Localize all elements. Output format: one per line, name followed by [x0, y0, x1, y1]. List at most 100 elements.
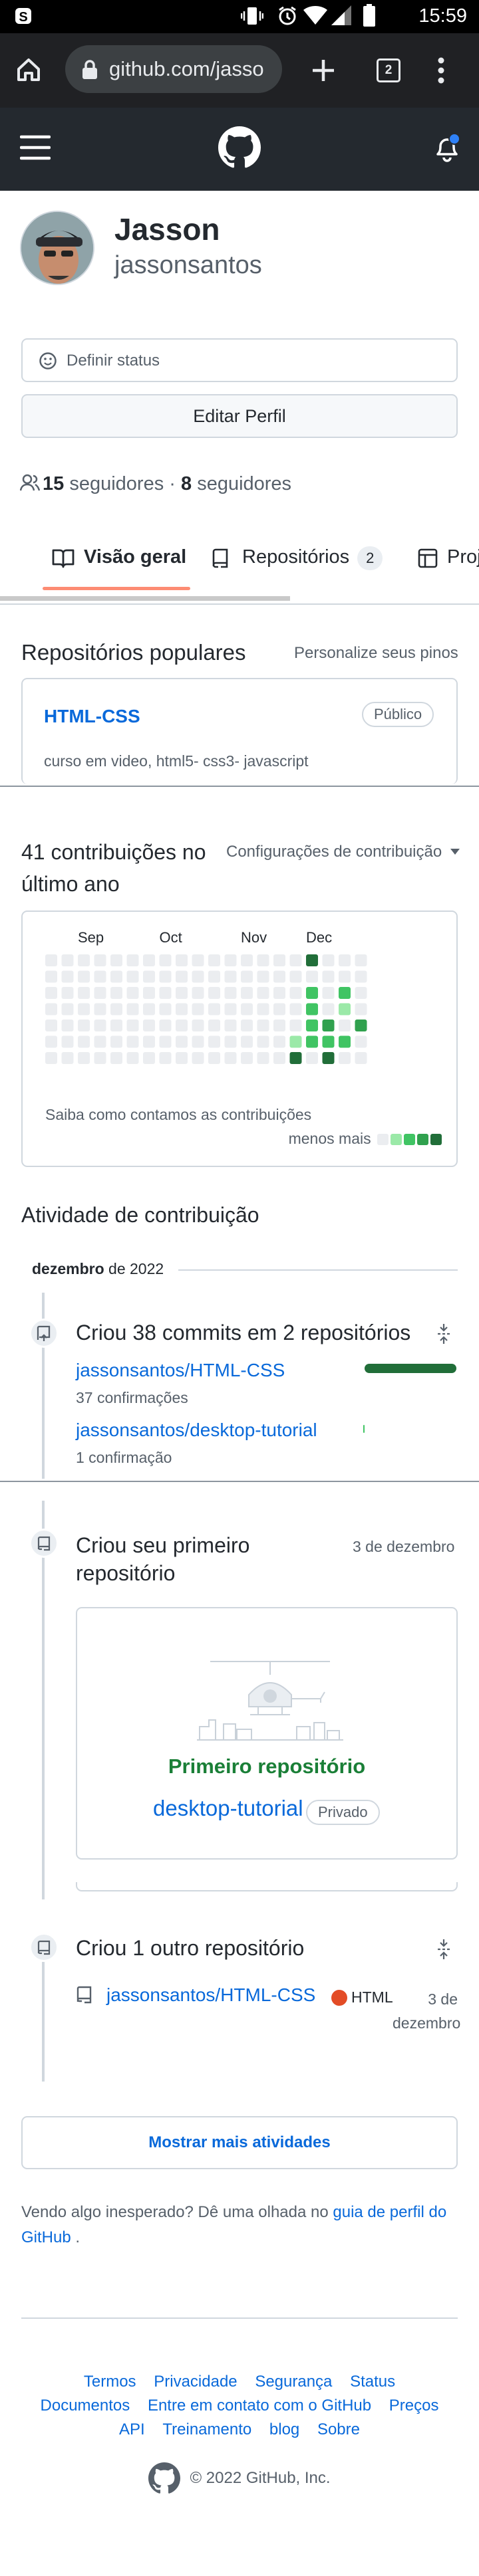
contribution-day-cell[interactable] — [208, 970, 220, 983]
contribution-day-cell[interactable] — [192, 970, 204, 983]
contribution-day-cell[interactable] — [289, 1020, 302, 1031]
contribution-day-cell[interactable] — [273, 1020, 285, 1031]
contribution-day-cell[interactable] — [159, 1020, 172, 1031]
contribution-day-cell[interactable] — [257, 1003, 269, 1016]
contribution-day-cell[interactable] — [61, 1003, 74, 1016]
contribution-day-cell[interactable] — [339, 954, 351, 966]
contribution-day-cell[interactable] — [306, 970, 318, 983]
contribution-day-cell[interactable] — [224, 1035, 237, 1048]
contribution-day-cell[interactable] — [61, 970, 74, 983]
contribution-day-cell[interactable] — [241, 1035, 253, 1048]
commit-repo-link[interactable]: jassonsantos/desktop-tutorial — [76, 1420, 317, 1441]
contribution-day-cell[interactable] — [94, 1020, 106, 1031]
footer-link[interactable]: Termos — [84, 2373, 136, 2391]
contribution-day-cell[interactable] — [257, 1052, 269, 1064]
contribution-day-cell[interactable] — [273, 954, 285, 966]
customize-pins-link[interactable]: Personalize seus pinos — [294, 644, 458, 663]
contribution-day-cell[interactable] — [339, 1035, 351, 1048]
contribution-day-cell[interactable] — [224, 1003, 237, 1016]
contribution-day-cell[interactable] — [339, 1052, 351, 1064]
contribution-day-cell[interactable] — [94, 970, 106, 983]
contribution-day-cell[interactable] — [289, 954, 302, 966]
contribution-day-cell[interactable] — [224, 1052, 237, 1064]
contribution-day-cell[interactable] — [126, 987, 139, 999]
contribution-day-cell[interactable] — [143, 1020, 155, 1031]
first-repo-link[interactable]: desktop-tutorial — [153, 1796, 303, 1821]
hamburger-menu-icon[interactable] — [20, 134, 51, 161]
contribution-day-cell[interactable] — [61, 1052, 74, 1064]
contribution-day-cell[interactable] — [126, 954, 139, 966]
tab-switcher-button[interactable]: 2 — [377, 58, 400, 82]
contribution-day-cell[interactable] — [143, 987, 155, 999]
contribution-day-cell[interactable] — [339, 1003, 351, 1016]
pinned-repo-name[interactable]: HTML-CSS — [44, 706, 140, 727]
contribution-day-cell[interactable] — [126, 970, 139, 983]
show-more-activity-button[interactable]: Mostrar mais atividades — [21, 2116, 458, 2169]
footer-link[interactable]: Preços — [389, 2397, 439, 2415]
contribution-day-cell[interactable] — [241, 970, 253, 983]
contribution-day-cell[interactable] — [257, 1020, 269, 1031]
commit-count[interactable]: 1 confirmação — [76, 1449, 172, 1467]
contribution-day-cell[interactable] — [176, 1052, 188, 1064]
contribution-day-cell[interactable] — [110, 970, 122, 983]
contribution-day-cell[interactable] — [159, 970, 172, 983]
set-status-button[interactable]: Definir status — [21, 338, 458, 382]
contribution-day-cell[interactable] — [224, 954, 237, 966]
contribution-day-cell[interactable] — [110, 954, 122, 966]
avatar[interactable] — [20, 211, 94, 285]
contribution-day-cell[interactable] — [289, 1035, 302, 1048]
contribution-day-cell[interactable] — [241, 1052, 253, 1064]
contribution-day-cell[interactable] — [94, 1052, 106, 1064]
contribution-day-cell[interactable] — [273, 987, 285, 999]
notifications-bell-icon[interactable] — [432, 133, 462, 163]
footer-link[interactable]: Privacidade — [154, 2373, 237, 2391]
home-icon[interactable] — [15, 56, 43, 84]
contribution-day-cell[interactable] — [339, 970, 351, 983]
contribution-day-cell[interactable] — [143, 1052, 155, 1064]
contribution-day-cell[interactable] — [110, 1020, 122, 1031]
contribution-day-cell[interactable] — [78, 954, 90, 966]
footer-link[interactable]: Segurança — [255, 2373, 332, 2391]
contribution-day-cell[interactable] — [126, 1035, 139, 1048]
contribution-day-cell[interactable] — [159, 987, 172, 999]
contribution-day-cell[interactable] — [241, 954, 253, 966]
contribution-day-cell[interactable] — [192, 954, 204, 966]
contributions-footnote-link[interactable]: Saiba como contamos as contribuições — [45, 1106, 311, 1124]
contribution-day-cell[interactable] — [208, 987, 220, 999]
contribution-day-cell[interactable] — [192, 987, 204, 999]
tab-projects[interactable]: Proj — [418, 546, 479, 580]
contribution-day-cell[interactable] — [159, 1035, 172, 1048]
contribution-day-cell[interactable] — [273, 1003, 285, 1016]
contribution-day-cell[interactable] — [208, 1003, 220, 1016]
contribution-day-cell[interactable] — [339, 1020, 351, 1031]
url-text[interactable]: github.com/jasso — [109, 57, 275, 81]
contribution-day-cell[interactable] — [241, 1020, 253, 1031]
contribution-day-cell[interactable] — [159, 1052, 172, 1064]
contribution-day-cell[interactable] — [208, 1020, 220, 1031]
contribution-day-cell[interactable] — [110, 987, 122, 999]
contribution-day-cell[interactable] — [257, 954, 269, 966]
contribution-day-cell[interactable] — [322, 970, 335, 983]
fold-icon[interactable] — [436, 1938, 451, 1961]
contribution-day-cell[interactable] — [45, 987, 57, 999]
commit-repo-link[interactable]: jassonsantos/HTML-CSS — [76, 1360, 285, 1381]
contribution-day-cell[interactable] — [306, 1020, 318, 1031]
contribution-day-cell[interactable] — [126, 1003, 139, 1016]
contribution-day-cell[interactable] — [306, 1003, 318, 1016]
contribution-day-cell[interactable] — [273, 1052, 285, 1064]
contribution-day-cell[interactable] — [78, 1020, 90, 1031]
contribution-day-cell[interactable] — [306, 987, 318, 999]
contribution-day-cell[interactable] — [289, 987, 302, 999]
contribution-day-cell[interactable] — [322, 1035, 335, 1048]
contribution-day-cell[interactable] — [289, 970, 302, 983]
footer-link[interactable]: Treinamento — [162, 2420, 251, 2438]
tabs-scrollbar[interactable] — [0, 596, 290, 601]
contribution-day-cell[interactable] — [355, 1052, 367, 1064]
contribution-day-cell[interactable] — [241, 1003, 253, 1016]
contribution-day-cell[interactable] — [78, 987, 90, 999]
contribution-day-cell[interactable] — [94, 954, 106, 966]
following-count[interactable]: 8 — [181, 473, 192, 494]
followers-count[interactable]: 15 — [43, 473, 64, 494]
contribution-day-cell[interactable] — [61, 1020, 74, 1031]
contribution-day-cell[interactable] — [176, 987, 188, 999]
